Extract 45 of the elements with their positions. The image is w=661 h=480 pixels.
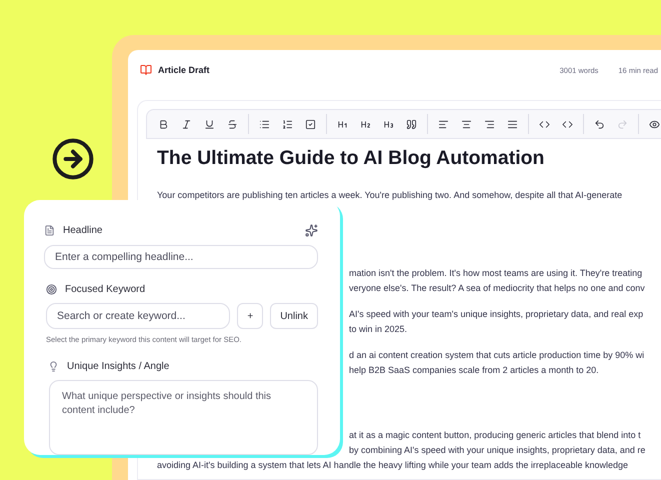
align-left-icon — [438, 118, 449, 130]
heading-2-icon — [360, 118, 371, 130]
arrow-circle-icon — [51, 137, 95, 181]
document-icon — [44, 224, 55, 236]
numbered-list-icon — [282, 118, 293, 130]
article-heading: The Ultimate Guide to AI Blog Automation — [157, 147, 546, 170]
bold-icon — [158, 118, 169, 130]
preview-icon — [649, 118, 660, 130]
headline-label: Headline — [63, 224, 104, 236]
headline-input[interactable]: Enter a compelling headline... — [44, 245, 318, 270]
undo-icon — [594, 118, 605, 130]
paragraph-line: help B2B SaaS companies scale from 2 articles a month to 20. — [349, 364, 600, 377]
lightbulb-icon — [48, 360, 59, 372]
unlink-button[interactable]: Unlink — [270, 303, 318, 330]
strikethrough-icon — [227, 118, 238, 130]
code-icon — [562, 118, 573, 130]
document-title: Article Draft — [158, 65, 211, 75]
book-icon — [140, 64, 152, 76]
paragraph-line: AI's speed with your team's unique insights, proprietary data, and real exp — [349, 308, 644, 321]
align-center-icon — [461, 118, 472, 130]
underline-icon — [204, 118, 215, 130]
checkbox-icon — [305, 118, 316, 130]
paragraph-line: Your competitors are publishing ten articles a week. You're publishing two. And somehow, despite all that AI-generate — [157, 189, 624, 202]
keyword-search-field[interactable]: Search or create keyword... — [46, 303, 230, 330]
redo-icon — [617, 118, 628, 130]
paragraph-line: to win in 2025. — [349, 323, 408, 336]
paragraph-line: mation isn't the problem. It's how most teams are using it. They're treating — [349, 267, 644, 280]
target-icon — [46, 284, 57, 295]
justify-icon — [507, 118, 518, 130]
paragraph-line: veryone else's. The result? A sea of mediocrity that helps no one and conv — [349, 282, 646, 295]
paragraph-line: by combining AI's speed with your unique insights, proprietary data, and re — [349, 444, 646, 457]
paragraph-line: d an ai content creation system that cuts article production time by 90% wi — [349, 349, 646, 362]
paragraph-line: avoiding AI-it's building a system that lets AI handle the heavy lifting while your team adds the irreplaceable knowledge — [157, 459, 629, 472]
heading-1-icon — [337, 118, 348, 130]
code-icon — [539, 118, 550, 130]
align-right-icon — [484, 118, 495, 130]
paragraph-line: at it as a magic content button, producing generic articles that blend into t — [349, 429, 642, 442]
add-keyword-button[interactable]: + — [237, 303, 264, 330]
keyword-label: Focused Keyword — [65, 284, 146, 295]
quote-icon — [406, 118, 417, 130]
insights-label: Unique Insights / Angle — [67, 360, 170, 372]
italic-icon — [181, 118, 192, 130]
sparkle-icon[interactable] — [305, 224, 318, 237]
insights-textarea[interactable]: What unique perspective or insights should this content include? — [49, 380, 318, 455]
heading-3-icon — [383, 118, 394, 130]
